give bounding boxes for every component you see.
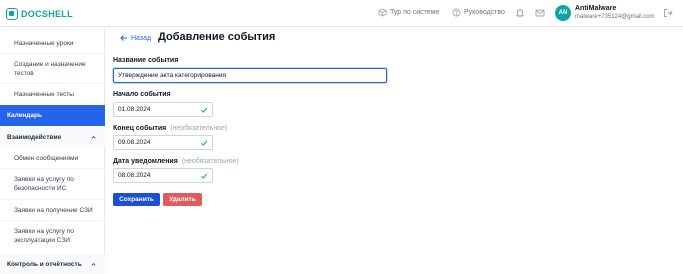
delete-button[interactable]: Удалить — [163, 193, 202, 206]
user-email: malware+735124@gmail.com — [575, 14, 655, 20]
page-title: Добавление события — [158, 31, 276, 43]
section-label: Контроль и отчётность — [7, 260, 82, 268]
save-button[interactable]: Сохранить — [113, 193, 160, 206]
bell-icon[interactable] — [514, 7, 526, 19]
mail-icon[interactable] — [534, 7, 546, 19]
notify-date-label: Дата уведомления (необязательное) — [113, 158, 239, 165]
sidebar: Назначенные уроки Создание и назначение … — [0, 28, 105, 274]
tour-link[interactable]: Тур по системе — [378, 8, 439, 17]
start-date-value: 01.08.2024 — [118, 106, 151, 113]
sidebar-item-messages[interactable]: Обмен сообщениями — [0, 148, 105, 168]
sidebar-section-interaction[interactable]: Взаимодействие — [0, 127, 105, 147]
start-date-label: Начало события — [113, 91, 171, 98]
section-label: Взаимодействие — [7, 133, 62, 141]
guide-label: Руководство — [464, 9, 505, 16]
tour-label: Тур по системе — [390, 9, 440, 16]
user-name: AntiMalware — [575, 5, 617, 12]
sidebar-item-label: Заявки на услугу по безопасности ИС — [14, 176, 74, 192]
logo-icon — [6, 8, 18, 20]
sidebar-item-label: Назначенные уроки — [14, 39, 74, 47]
sidebar-item-is-security-requests[interactable]: Заявки на услугу по безопасности ИС — [0, 169, 105, 199]
sidebar-item-calendar[interactable]: Календарь — [0, 105, 105, 126]
chevron-up-icon — [91, 135, 96, 139]
sidebar-item-label: Заявки на получение СЗИ — [14, 206, 93, 214]
check-icon — [201, 173, 208, 179]
logout-icon[interactable] — [663, 8, 673, 18]
start-date-input[interactable]: 01.08.2024 — [113, 102, 213, 117]
end-date-input[interactable]: 09.08.2024 — [113, 135, 213, 150]
sidebar-item-label: Календарь — [7, 112, 42, 119]
chevron-up-icon — [91, 262, 96, 266]
notify-date-input[interactable]: 08.08.2024 — [113, 168, 213, 183]
sidebar-item-create-tests[interactable]: Создание и назначение тестов — [0, 54, 105, 83]
sidebar-item-label: Создание и назначение тестов — [14, 60, 86, 77]
cube-icon — [378, 8, 387, 17]
optional-hint: (необязательное) — [181, 158, 239, 165]
sidebar-item-label: Заявки на услугу по эксплуатации СЗИ — [14, 228, 74, 244]
event-name-input[interactable]: Утверждение акта категорирования — [113, 68, 387, 83]
avatar[interactable]: AN — [555, 5, 571, 21]
question-icon — [452, 8, 461, 17]
sidebar-item-assigned-tests[interactable]: Назначенные тесты — [0, 84, 105, 104]
event-name-value: Утверждение акта категорирования — [118, 72, 227, 79]
logo-text: DOCSHELL — [21, 9, 73, 19]
guide-link[interactable]: Руководство — [452, 8, 505, 17]
sidebar-item-szi-operation-requests[interactable]: Заявки на услугу по эксплуатации СЗИ — [0, 221, 105, 251]
sidebar-item-szi-requests[interactable]: Заявки на получение СЗИ — [0, 200, 105, 220]
arrow-left-icon — [120, 35, 127, 41]
end-date-label: Конец события (необязательное) — [113, 125, 228, 132]
logo[interactable]: DOCSHELL — [6, 8, 73, 20]
back-link[interactable]: Назад — [120, 34, 151, 42]
sidebar-item-label: Назначенные тесты — [14, 90, 74, 98]
check-icon — [201, 140, 208, 146]
optional-hint: (необязательное) — [170, 125, 228, 132]
check-icon — [201, 107, 208, 113]
sidebar-item-label: Обмен сообщениями — [14, 154, 79, 162]
sidebar-item-assigned-lessons[interactable]: Назначенные уроки — [0, 33, 105, 53]
sidebar-section-control[interactable]: Контроль и отчётность — [0, 254, 105, 274]
back-label: Назад — [131, 34, 152, 42]
main-content: Назад Добавление события Название событи… — [106, 28, 683, 274]
top-header: DOCSHELL Тур по системе Руководство AN A… — [0, 0, 683, 27]
event-name-label: Название события — [113, 57, 179, 64]
notify-date-value: 08.08.2024 — [118, 172, 151, 179]
end-date-value: 09.08.2024 — [118, 139, 151, 146]
